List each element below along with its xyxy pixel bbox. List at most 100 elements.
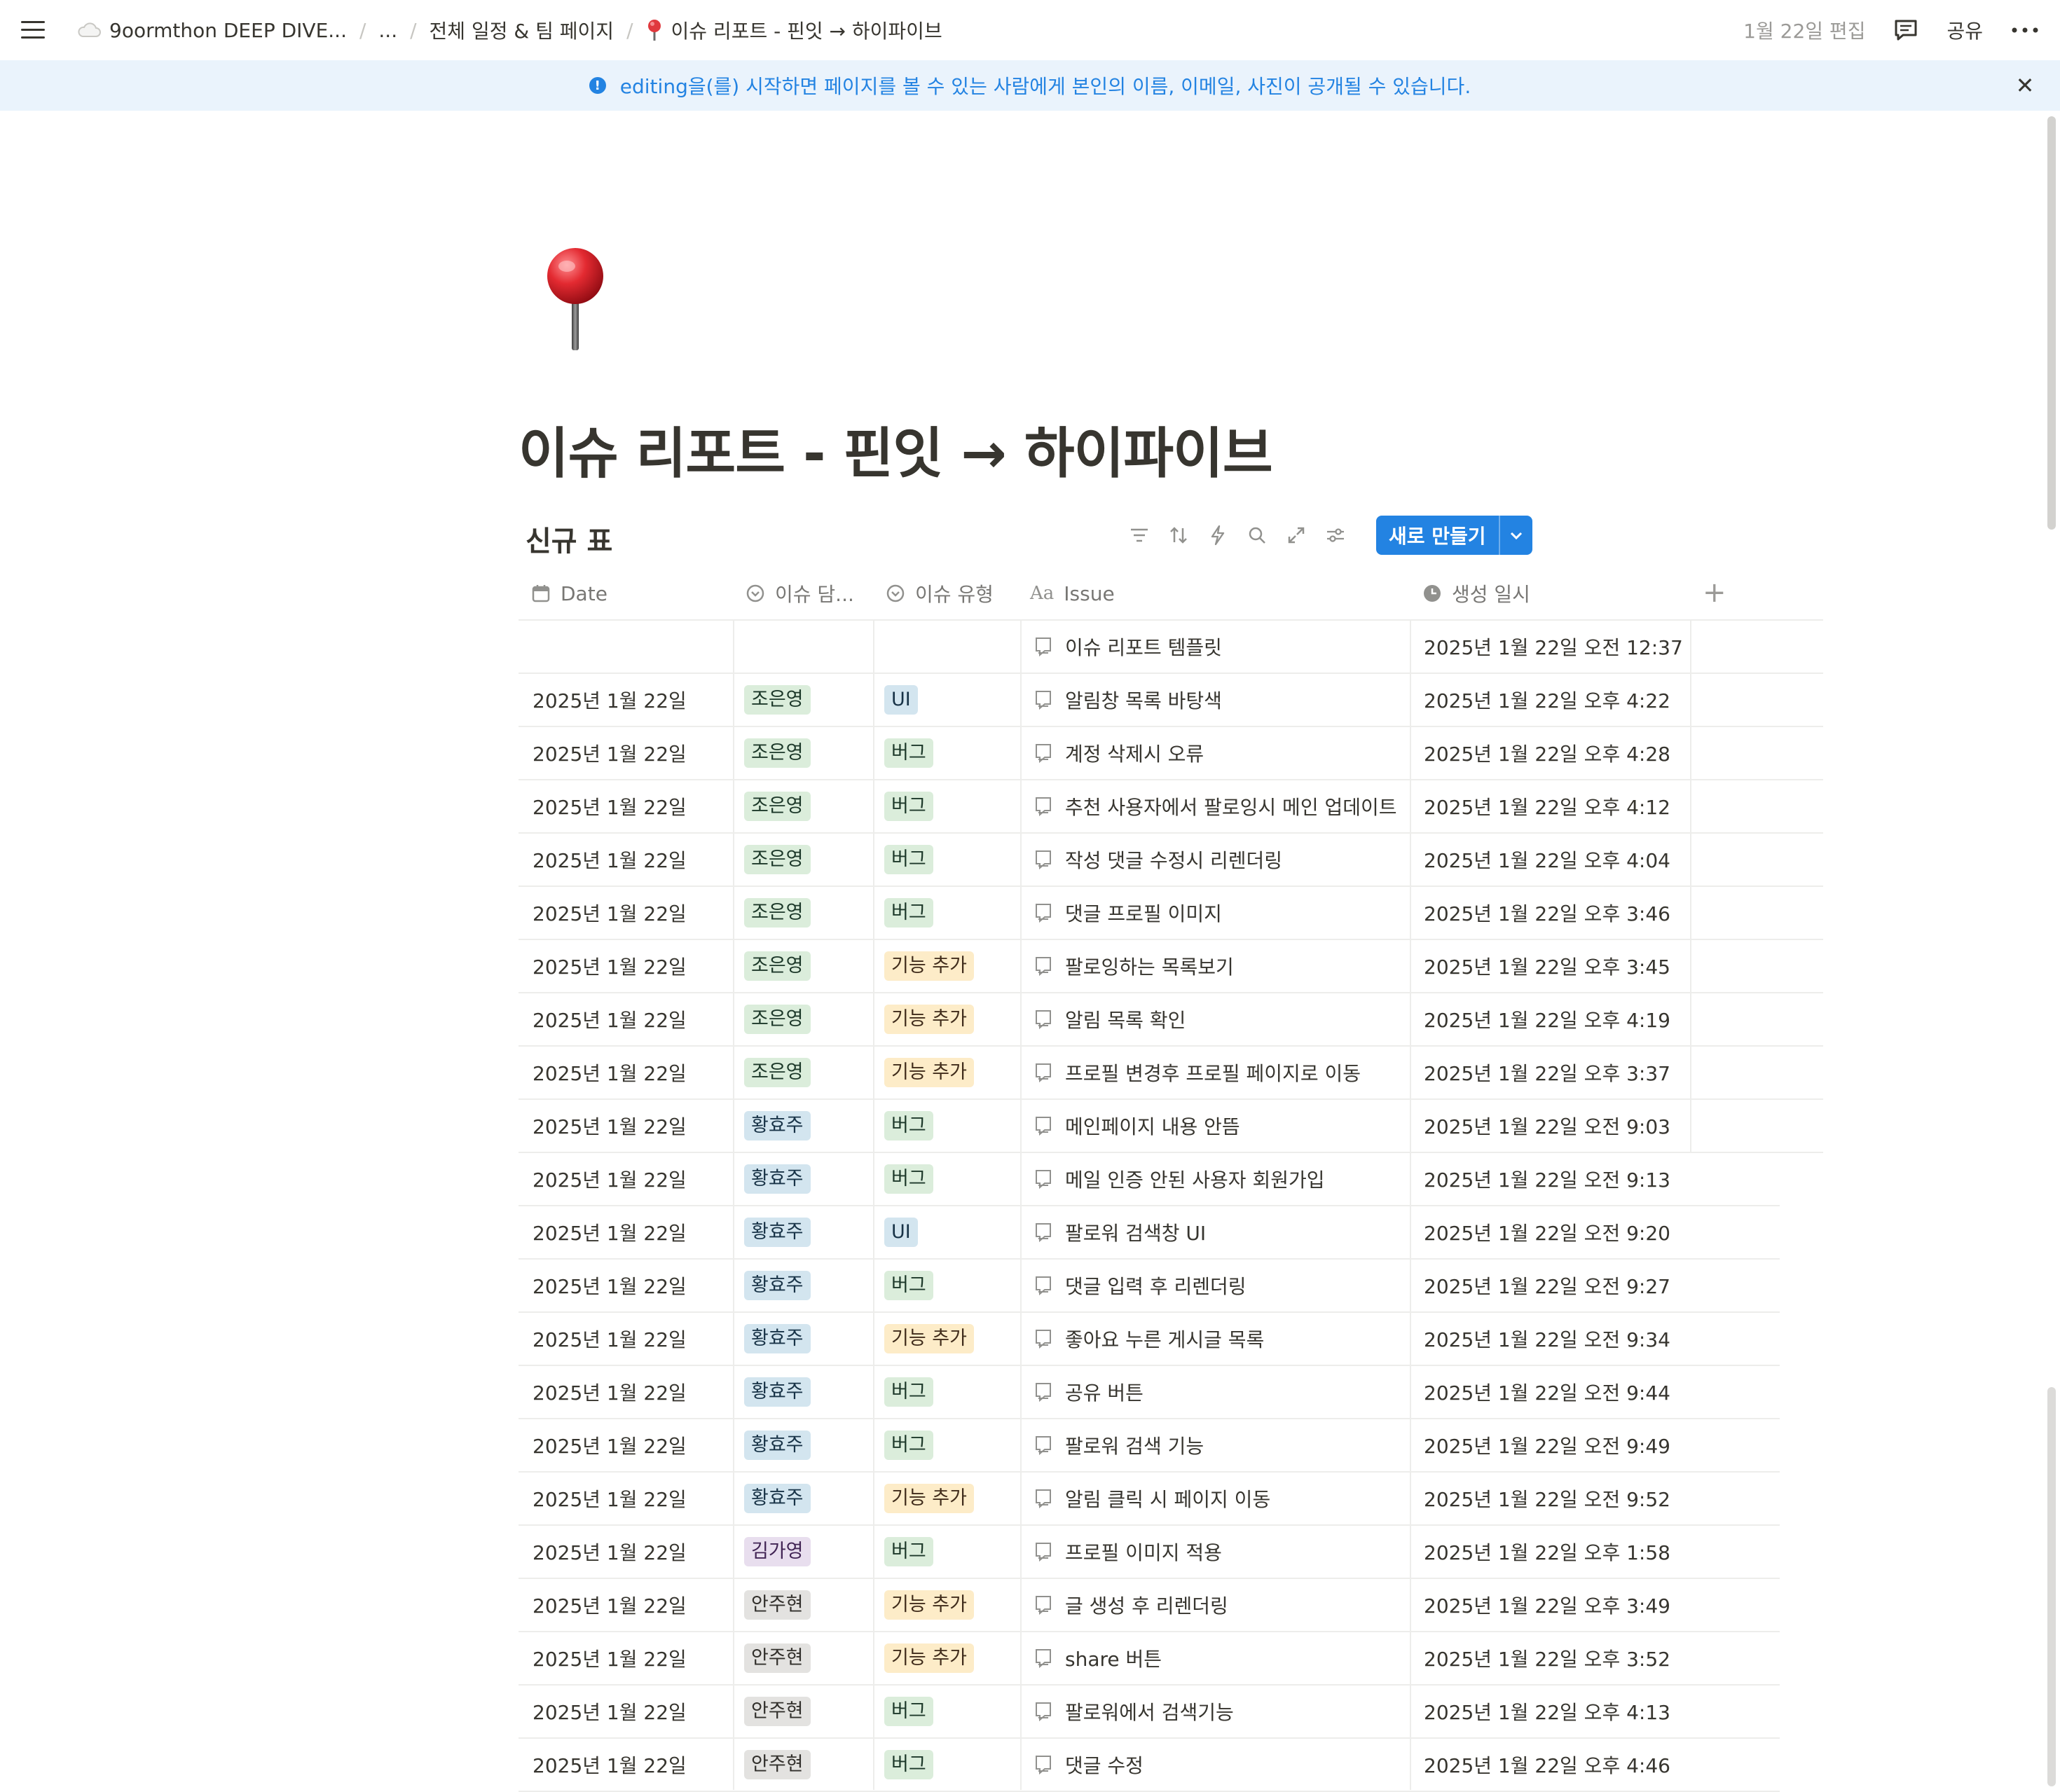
assignee-cell[interactable]: 조은영 bbox=[744, 1047, 811, 1098]
type-cell[interactable]: 기능 추가 bbox=[884, 940, 974, 992]
assignee-cell[interactable]: 황효주 bbox=[744, 1260, 811, 1311]
type-cell[interactable]: 기능 추가 bbox=[884, 1579, 974, 1631]
date-cell[interactable]: 2025년 1월 22일 bbox=[533, 674, 687, 726]
breadcrumb-current[interactable]: 이슈 리포트 - 핀잇 → 하이파이브 bbox=[639, 12, 949, 48]
sort-icon[interactable] bbox=[1167, 524, 1190, 546]
assignee-cell[interactable]: 황효주 bbox=[744, 1100, 811, 1152]
table-row[interactable]: 이슈 리포트 템플릿 2025년 1월 22일 오전 12:37 bbox=[519, 621, 1823, 674]
date-cell[interactable]: 2025년 1월 22일 bbox=[533, 993, 687, 1045]
issue-title[interactable]: 공유 버튼 bbox=[1065, 1378, 1144, 1406]
table-row[interactable]: 2025년 1월 22일 안주현 버그 팔로워에서 검색기능 2025년 1월 22일 … bbox=[519, 1686, 1780, 1739]
issue-cell[interactable]: 알림 클릭 시 페이지 이동 bbox=[1034, 1473, 1270, 1524]
assignee-cell[interactable]: 조은영 bbox=[744, 993, 811, 1045]
assignee-cell[interactable]: 조은영 bbox=[744, 940, 811, 992]
assignee-cell[interactable]: 황효주 bbox=[744, 1313, 811, 1365]
type-cell[interactable]: 버그 bbox=[884, 1153, 933, 1205]
issue-cell[interactable]: share 버튼 bbox=[1034, 1632, 1162, 1684]
issue-cell[interactable]: 프로필 이미지 적용 bbox=[1034, 1526, 1222, 1578]
assignee-cell[interactable]: 황효주 bbox=[744, 1206, 811, 1258]
issue-title[interactable]: 추천 사용자에서 팔로잉시 메인 업데이트 bbox=[1065, 792, 1397, 820]
type-cell[interactable]: 기능 추가 bbox=[884, 1632, 974, 1684]
issue-title[interactable]: 댓글 입력 후 리렌더링 bbox=[1065, 1271, 1247, 1300]
issue-cell[interactable]: 글 생성 후 리렌더링 bbox=[1034, 1579, 1228, 1631]
date-cell[interactable]: 2025년 1월 22일 bbox=[533, 1579, 687, 1631]
issue-cell[interactable]: 좋아요 누른 게시글 목록 bbox=[1034, 1313, 1264, 1365]
assignee-cell[interactable]: 조은영 bbox=[744, 727, 811, 779]
date-cell[interactable]: 2025년 1월 22일 bbox=[533, 727, 687, 779]
issue-cell[interactable]: 메인페이지 내용 안뜸 bbox=[1034, 1100, 1240, 1152]
table-row[interactable]: 2025년 1월 22일 안주현 버그 댓글 수정 2025년 1월 22일 오후 4:… bbox=[519, 1739, 1780, 1792]
issue-cell[interactable]: 팔로잉하는 목록보기 bbox=[1034, 940, 1234, 992]
automation-lightning-icon[interactable] bbox=[1207, 524, 1229, 546]
table-row[interactable]: 2025년 1월 22일 조은영 UI 알림창 목록 바탕색 2025년 1월 22일 … bbox=[519, 674, 1823, 727]
assignee-cell[interactable]: 황효주 bbox=[744, 1473, 811, 1524]
issue-cell[interactable]: 작성 댓글 수정시 리렌더링 bbox=[1034, 834, 1282, 885]
date-cell[interactable]: 2025년 1월 22일 bbox=[533, 780, 687, 832]
date-cell[interactable]: 2025년 1월 22일 bbox=[533, 940, 687, 992]
assignee-cell[interactable]: 황효주 bbox=[744, 1419, 811, 1471]
issue-title[interactable]: 알림창 목록 바탕색 bbox=[1065, 686, 1222, 714]
issue-cell[interactable]: 팔로워 검색창 UI bbox=[1034, 1206, 1206, 1258]
assignee-cell[interactable]: 안주현 bbox=[744, 1686, 811, 1737]
type-cell[interactable]: 버그 bbox=[884, 1419, 933, 1471]
date-cell[interactable]: 2025년 1월 22일 bbox=[533, 1313, 687, 1365]
issue-title[interactable]: 댓글 프로필 이미지 bbox=[1065, 899, 1222, 927]
type-cell[interactable]: 버그 bbox=[884, 1100, 933, 1152]
issue-title[interactable]: 프로필 변경후 프로필 페이지로 이동 bbox=[1065, 1059, 1361, 1087]
issue-cell[interactable]: 프로필 변경후 프로필 페이지로 이동 bbox=[1034, 1047, 1361, 1098]
issue-title[interactable]: 프로필 이미지 적용 bbox=[1065, 1538, 1222, 1566]
table-row[interactable]: 2025년 1월 22일 안주현 기능 추가 글 생성 후 리렌더링 2025년 1월 … bbox=[519, 1579, 1780, 1632]
type-cell[interactable]: 버그 bbox=[884, 887, 933, 939]
column-header-issue[interactable]: Aa Issue bbox=[1030, 567, 1115, 619]
search-icon[interactable] bbox=[1246, 524, 1268, 546]
breadcrumb-workspace[interactable]: 9oormthon DEEP DIVE... bbox=[70, 15, 354, 46]
issue-cell[interactable]: 계정 삭제시 오류 bbox=[1034, 727, 1204, 779]
type-cell[interactable]: UI bbox=[884, 1206, 918, 1258]
issue-title[interactable]: 팔로워 검색창 UI bbox=[1065, 1218, 1206, 1246]
table-row[interactable]: 2025년 1월 22일 조은영 버그 작성 댓글 수정시 리렌더링 2025년 1월 … bbox=[519, 834, 1823, 887]
sidebar-menu-icon[interactable] bbox=[20, 18, 48, 42]
assignee-cell[interactable]: 안주현 bbox=[744, 1579, 811, 1631]
issue-cell[interactable]: 추천 사용자에서 팔로잉시 메인 업데이트 bbox=[1034, 780, 1397, 832]
type-cell[interactable]: UI bbox=[884, 674, 918, 726]
chevron-down-icon[interactable] bbox=[1498, 516, 1532, 555]
settings-sliders-icon[interactable] bbox=[1324, 524, 1347, 546]
assignee-cell[interactable]: 조은영 bbox=[744, 834, 811, 885]
more-options-icon[interactable] bbox=[2011, 27, 2039, 34]
date-cell[interactable]: 2025년 1월 22일 bbox=[533, 1366, 687, 1418]
share-button[interactable]: 공유 bbox=[1946, 16, 1983, 44]
table-row[interactable]: 2025년 1월 22일 황효주 기능 추가 좋아요 누른 게시글 목록 2025년 1… bbox=[519, 1313, 1780, 1366]
assignee-cell[interactable]: 안주현 bbox=[744, 1739, 811, 1791]
issue-title[interactable]: 팔로워에서 검색기능 bbox=[1065, 1697, 1234, 1725]
table-row[interactable]: 2025년 1월 22일 황효주 버그 공유 버튼 2025년 1월 22일 오전 9:… bbox=[519, 1366, 1780, 1419]
issue-title[interactable]: 메인페이지 내용 안뜸 bbox=[1065, 1112, 1240, 1140]
date-cell[interactable]: 2025년 1월 22일 bbox=[533, 1419, 687, 1471]
type-cell[interactable]: 버그 bbox=[884, 1739, 933, 1791]
date-cell[interactable]: 2025년 1월 22일 bbox=[533, 1100, 687, 1152]
date-cell[interactable]: 2025년 1월 22일 bbox=[533, 1686, 687, 1737]
type-cell[interactable]: 기능 추가 bbox=[884, 1473, 974, 1524]
issue-title[interactable]: 팔로워 검색 기능 bbox=[1065, 1431, 1204, 1459]
table-row[interactable]: 2025년 1월 22일 황효주 UI 팔로워 검색창 UI 2025년 1월 22일 … bbox=[519, 1206, 1780, 1260]
assignee-cell[interactable]: 조은영 bbox=[744, 887, 811, 939]
issue-title[interactable]: 메일 인증 안된 사용자 회원가입 bbox=[1065, 1165, 1324, 1193]
breadcrumb-ellipsis[interactable]: ... bbox=[371, 15, 404, 46]
table-row[interactable]: 2025년 1월 22일 황효주 버그 팔로워 검색 기능 2025년 1월 22일 오… bbox=[519, 1419, 1780, 1473]
type-cell[interactable]: 버그 bbox=[884, 780, 933, 832]
date-cell[interactable]: 2025년 1월 22일 bbox=[533, 1526, 687, 1578]
assignee-cell[interactable]: 황효주 bbox=[744, 1366, 811, 1418]
breadcrumb-parent[interactable]: 전체 일정 & 팀 페이지 bbox=[423, 12, 622, 48]
scrollbar-thumb[interactable] bbox=[2047, 116, 2056, 530]
assignee-cell[interactable]: 조은영 bbox=[744, 674, 811, 726]
date-cell[interactable]: 2025년 1월 22일 bbox=[533, 1260, 687, 1311]
issue-title[interactable]: 좋아요 누른 게시글 목록 bbox=[1065, 1325, 1264, 1353]
add-column-button[interactable]: + bbox=[1703, 579, 1726, 607]
issue-title[interactable]: share 버튼 bbox=[1065, 1644, 1162, 1672]
table-row[interactable]: 2025년 1월 22일 조은영 기능 추가 프로필 변경후 프로필 페이지로 이동 2… bbox=[519, 1047, 1823, 1100]
issue-title[interactable]: 팔로잉하는 목록보기 bbox=[1065, 952, 1234, 980]
issue-title[interactable]: 계정 삭제시 오류 bbox=[1065, 739, 1204, 767]
expand-icon[interactable] bbox=[1285, 524, 1307, 546]
column-header-type[interactable]: 이슈 유형 bbox=[886, 567, 994, 619]
issue-title[interactable]: 글 생성 후 리렌더링 bbox=[1065, 1591, 1228, 1619]
table-row[interactable]: 2025년 1월 22일 조은영 버그 추천 사용자에서 팔로잉시 메인 업데이트 20… bbox=[519, 780, 1823, 834]
